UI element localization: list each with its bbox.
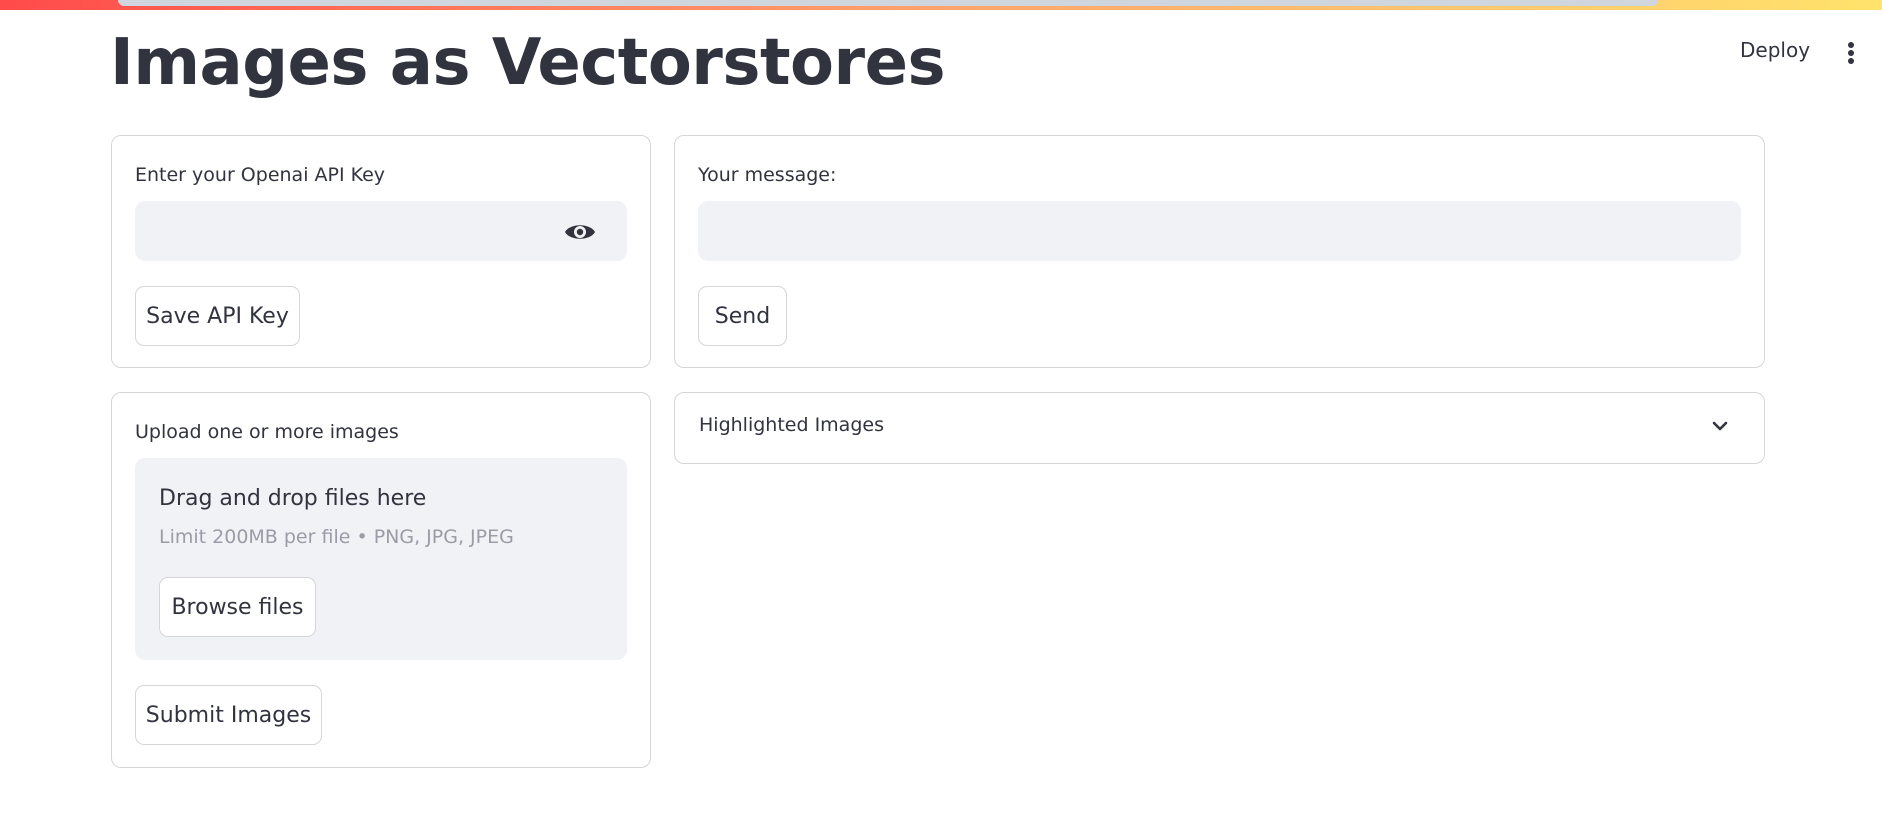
submit-images-button[interactable]: Submit Images [135,685,322,745]
api-key-input[interactable] [135,201,627,261]
page-title: Images as Vectorstores [110,26,946,100]
message-input[interactable] [698,201,1741,261]
save-api-key-button[interactable]: Save API Key [135,286,300,346]
send-button[interactable]: Send [698,286,787,346]
kebab-menu-icon[interactable] [1842,40,1860,66]
deploy-button[interactable]: Deploy [1740,38,1810,62]
dropzone-limit-text: Limit 200MB per file • PNG, JPG, JPEG [159,526,514,548]
top-decoration-bar [0,0,1882,10]
api-key-card: Enter your Openai API Key Save API Key [111,135,651,368]
file-dropzone[interactable]: Drag and drop files here Limit 200MB per… [135,458,627,660]
message-label: Your message: [698,164,837,186]
highlighted-images-label: Highlighted Images [699,414,884,436]
message-card: Your message: Send [674,135,1765,368]
dropzone-title: Drag and drop files here [159,486,427,511]
browse-files-button[interactable]: Browse files [159,577,316,637]
upload-label: Upload one or more images [135,421,399,443]
top-decoration-inner [118,0,1658,6]
chevron-down-icon[interactable] [1709,415,1731,437]
highlighted-images-expander[interactable]: Highlighted Images [674,392,1765,464]
api-key-label: Enter your Openai API Key [135,164,386,186]
eye-icon[interactable] [563,219,597,245]
upload-card: Upload one or more images Drag and drop … [111,392,651,768]
